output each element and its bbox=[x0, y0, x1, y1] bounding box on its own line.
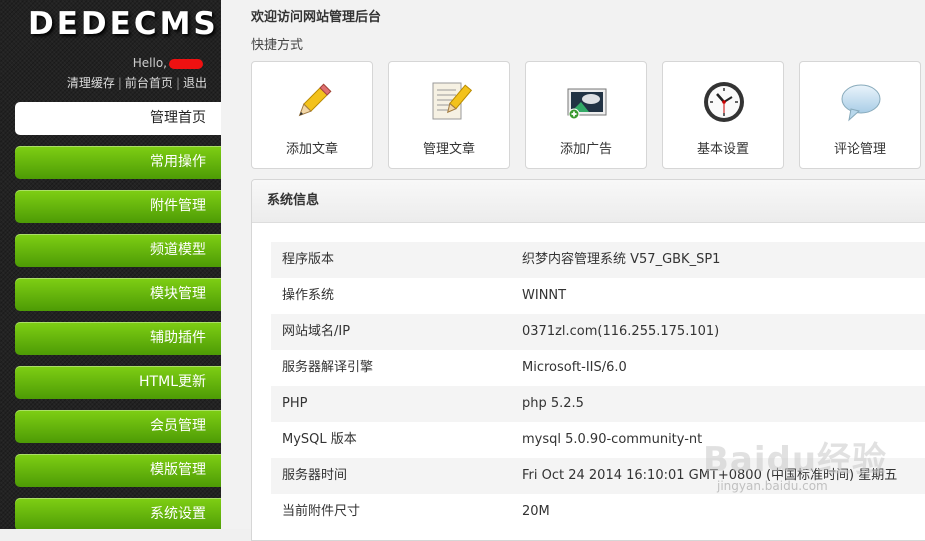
sidebar-item-attachments[interactable]: 附件管理 bbox=[15, 190, 221, 223]
system-info-table: 程序版本 织梦内容管理系统 V57_GBK_SP1 操作系统 WINNT 网站域… bbox=[271, 242, 925, 530]
info-key: MySQL 版本 bbox=[282, 432, 357, 447]
info-key: 操作系统 bbox=[282, 288, 335, 303]
info-value: WINNT bbox=[522, 288, 567, 303]
top-links: 清理缓存 | 前台首页 | 退出 bbox=[67, 74, 207, 91]
shortcut-label: 添加广告 bbox=[559, 142, 612, 157]
user-greeting: Hello, bbox=[133, 56, 203, 70]
table-row: 程序版本 织梦内容管理系统 V57_GBK_SP1 bbox=[271, 242, 925, 278]
shortcut-label: 评论管理 bbox=[833, 142, 886, 157]
table-row: 服务器解译引擎 Microsoft-IIS/6.0 bbox=[271, 350, 925, 386]
shortcut-label: 添加文章 bbox=[285, 142, 338, 157]
frontpage-link[interactable]: 前台首页 bbox=[125, 76, 173, 90]
divider: | bbox=[175, 76, 180, 90]
table-row: 网站域名/IP 0371zl.com(116.255.175.101) bbox=[271, 314, 925, 350]
shortcut-add-article[interactable]: 添加文章 bbox=[251, 61, 373, 169]
table-row: PHP php 5.2.5 bbox=[271, 386, 925, 422]
info-value: Microsoft-IIS/6.0 bbox=[522, 360, 627, 375]
divider: | bbox=[117, 76, 122, 90]
clear-cache-link[interactable]: 清理缓存 bbox=[67, 76, 115, 90]
shortcut-manage-articles[interactable]: 管理文章 bbox=[388, 61, 510, 169]
table-row: 当前附件尺寸 20M bbox=[271, 494, 925, 530]
main-content: 欢迎访问网站管理后台 快捷方式 添加文章 管理文章 添加广告 基本设置 评论管理… bbox=[221, 0, 925, 541]
sidebar-item-members[interactable]: 会员管理 bbox=[15, 410, 221, 443]
info-value: 织梦内容管理系统 V57_GBK_SP1 bbox=[522, 252, 721, 267]
username-redacted bbox=[169, 58, 203, 69]
info-value: 20M bbox=[522, 504, 550, 519]
table-row: 服务器时间 Fri Oct 24 2014 16:10:01 GMT+0800 … bbox=[271, 458, 925, 494]
pencil-icon bbox=[298, 83, 332, 117]
sidebar-item-html-update[interactable]: HTML更新 bbox=[15, 366, 221, 399]
sidebar-item-common-ops[interactable]: 常用操作 bbox=[15, 146, 221, 179]
logout-link[interactable]: 退出 bbox=[183, 76, 207, 90]
sidebar-item-system-settings[interactable]: 系统设置 bbox=[15, 498, 221, 529]
info-value: php 5.2.5 bbox=[522, 396, 584, 411]
info-key: 程序版本 bbox=[282, 252, 335, 267]
info-value: mysql 5.0.90-community-nt bbox=[522, 432, 703, 447]
system-info-title: 系统信息 bbox=[252, 180, 925, 223]
shortcut-basic-settings[interactable]: 基本设置 bbox=[662, 61, 784, 169]
info-value: 0371zl.com(116.255.175.101) bbox=[522, 324, 720, 339]
shortcuts-heading: 快捷方式 bbox=[251, 38, 304, 53]
sidebar-item-plugins[interactable]: 辅助插件 bbox=[15, 322, 221, 355]
sidebar-item-channel-model[interactable]: 频道模型 bbox=[15, 234, 221, 267]
info-key: 网站域名/IP bbox=[282, 324, 351, 339]
sidebar-item-modules[interactable]: 模块管理 bbox=[15, 278, 221, 311]
table-row: MySQL 版本 mysql 5.0.90-community-nt bbox=[271, 422, 925, 458]
info-key: 服务器时间 bbox=[282, 468, 348, 483]
speech-bubble-icon bbox=[841, 84, 881, 122]
shortcut-add-ad[interactable]: 添加广告 bbox=[525, 61, 647, 169]
shortcut-comment-management[interactable]: 评论管理 bbox=[799, 61, 921, 169]
document-pencil-icon bbox=[432, 82, 472, 120]
info-value: Fri Oct 24 2014 16:10:01 GMT+0800 (中国标准时… bbox=[522, 468, 898, 483]
info-key: 当前附件尺寸 bbox=[282, 504, 361, 519]
hello-text: Hello, bbox=[132, 56, 167, 70]
sidebar: DEDECMS Hello, 清理缓存 | 前台首页 | 退出 管理首页 常用操作 附件… bbox=[0, 0, 221, 529]
info-key: 服务器解译引擎 bbox=[282, 360, 374, 375]
shortcut-label: 管理文章 bbox=[422, 142, 475, 157]
sidebar-item-templates[interactable]: 模版管理 bbox=[15, 454, 221, 487]
site-logo: DEDECMS bbox=[28, 6, 219, 42]
shortcut-label: 基本设置 bbox=[696, 142, 749, 157]
page-title: 欢迎访问网站管理后台 bbox=[251, 10, 382, 25]
clock-icon bbox=[704, 82, 744, 122]
sidebar-item-home[interactable]: 管理首页 bbox=[15, 102, 221, 135]
info-key: PHP bbox=[282, 396, 308, 411]
table-row: 操作系统 WINNT bbox=[271, 278, 925, 314]
system-info-panel: 系统信息 程序版本 织梦内容管理系统 V57_GBK_SP1 操作系统 WINN… bbox=[251, 179, 925, 541]
image-add-icon bbox=[567, 88, 607, 120]
